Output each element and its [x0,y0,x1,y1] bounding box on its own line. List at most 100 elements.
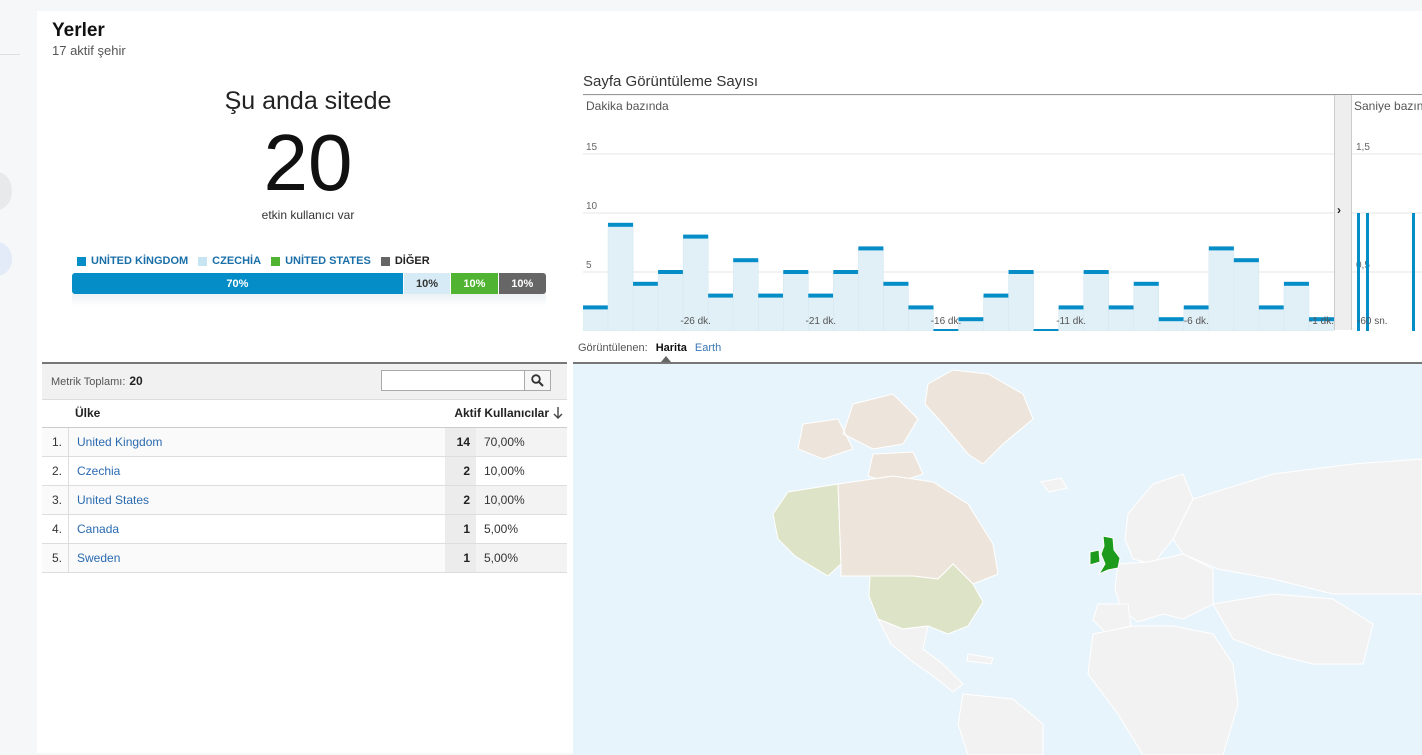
legend-item-us: UNİTED STATES [271,255,371,267]
table-row[interactable]: 3. United States 2 10,00% [42,486,567,515]
sort-down-icon [553,407,563,419]
column-header-active-users[interactable]: Aktif Kullanıcılar [454,406,563,420]
row-index-label: 3. [51,493,62,507]
row-count-value: 2 [463,493,470,507]
row-count: 2 [445,486,476,514]
active-users-caption: etkin kullanıcı var [261,208,355,222]
bar-cap [1033,329,1059,331]
gutter-nav-button-active[interactable] [0,242,12,276]
map-region-greenland[interactable] [924,369,1034,465]
bar [1233,259,1260,331]
search-icon [531,374,544,387]
x-tick-label: -16 dk. [931,316,962,327]
bar-cap [608,222,634,227]
map-region-ireland[interactable] [1089,549,1101,566]
bar [1108,307,1134,331]
view-toggle-label: Görüntülenen: [578,342,648,354]
row-count: 1 [445,515,476,543]
map-region-africa[interactable] [1087,625,1239,755]
y-tick-label: 1,5 [1356,142,1370,153]
chart-subtitle-minutes: Dakika bazında [586,99,669,113]
bar-cap [1158,317,1184,322]
map-region-united-kingdom[interactable] [1097,535,1121,576]
bar-cap [708,293,734,298]
country-share-bar: 70% 10% 10% 10% [72,273,546,294]
legend-item-other: DİĞER [380,255,430,267]
bar-cap [758,293,784,298]
map-region-iceland[interactable] [1040,477,1068,493]
map-region-middle-east[interactable] [1212,593,1374,665]
table-search-button[interactable] [524,370,551,391]
country-table: Metrik Toplamı: 20 Ülke Aktif Kullanıcıla… [42,362,567,573]
table-row[interactable]: 4. Canada 1 5,00% [42,515,567,544]
bar-cap [783,270,809,274]
row-index: 3. [42,486,69,514]
bar-cap [1283,281,1309,286]
legend-swatch [77,256,86,266]
x-tick-label: -26 dk. [680,316,711,327]
column-header-country[interactable]: Ülke [75,406,100,420]
metric-total-label: Metrik Toplamı: [51,376,126,388]
country-link[interactable]: Canada [77,522,119,536]
chevron-right-icon[interactable]: › [1337,203,1341,217]
gutter-nav-button[interactable] [0,172,12,210]
legend-item-uk: UNİTED KİNGDOM [77,255,188,267]
left-gutter [0,0,36,753]
view-tab-earth[interactable]: Earth [695,342,721,354]
map-region-arctic-islands[interactable] [797,393,924,485]
share-bar-segment[interactable]: 10% [451,273,499,294]
world-map[interactable] [573,362,1422,755]
map-region-europe[interactable] [1114,553,1214,623]
bar-cap [658,270,684,274]
share-legend: UNİTED KİNGDOM CZECHİA UNİTED STATES DİĞ… [77,255,430,267]
bar-cap [933,329,959,331]
map-region-caribbean[interactable] [966,653,994,665]
legend-label: DİĞER [394,255,430,267]
bar-cap [1008,270,1034,274]
x-tick-label: -11 dk. [1056,316,1086,327]
bar [1357,213,1360,331]
view-tab-map[interactable]: Harita [656,342,687,354]
country-link[interactable]: United Kingdom [77,435,162,449]
table-search-input[interactable] [381,370,529,391]
share-bar-segment[interactable]: 70% [72,273,404,294]
page-subtitle: 17 aktif şehir [52,43,126,58]
world-map-canvas [772,369,1422,755]
bar-cap [1058,305,1084,310]
bar-cap [908,305,934,310]
country-link[interactable]: United States [77,493,149,507]
map-region-canada[interactable] [837,475,999,585]
row-count: 1 [445,544,476,572]
table-row[interactable]: 1. United Kingdom 14 70,00% [42,428,567,457]
legend-swatch [198,256,208,266]
share-bar-segment[interactable]: 10% [403,273,452,294]
active-users-count: 20 [263,118,353,207]
row-percent: 5,00% [476,515,567,543]
bar [1412,213,1415,331]
country-link[interactable]: Czechia [77,464,120,478]
share-bar-segment[interactable]: 10% [498,273,546,294]
row-index: 1. [42,428,69,456]
column-header-active-users-label: Aktif Kullanıcılar [454,406,549,420]
legend-label: UNİTED STATES [285,255,371,267]
pageviews-chart-canvas: 5 10 15 -26 dk. -21 dk. -16 dk. -11 dk. -6 dk. -… [583,95,1422,331]
bar [1208,248,1235,331]
page-title: Yerler [52,20,105,41]
country-link[interactable]: Sweden [77,551,120,565]
table-toolbar: Metrik Toplamı: 20 [42,362,567,400]
row-index: 5. [42,544,69,572]
bar-cap [1233,258,1259,263]
bar [607,224,634,331]
bar [1083,271,1109,331]
x-tick-label: -60 sn. [1357,316,1388,327]
bar [833,271,859,331]
map-region-alaska[interactable] [772,483,842,577]
metric-total: Metrik Toplamı: 20 [51,374,143,388]
table-row[interactable]: 2. Czechia 2 10,00% [42,457,567,486]
bar-cap [1183,305,1209,310]
bar [757,295,784,331]
row-count-value: 2 [463,464,470,478]
row-index: 2. [42,457,69,485]
map-region-south-america[interactable] [957,693,1044,755]
table-row[interactable]: 5. Sweden 1 5,00% [42,544,567,573]
